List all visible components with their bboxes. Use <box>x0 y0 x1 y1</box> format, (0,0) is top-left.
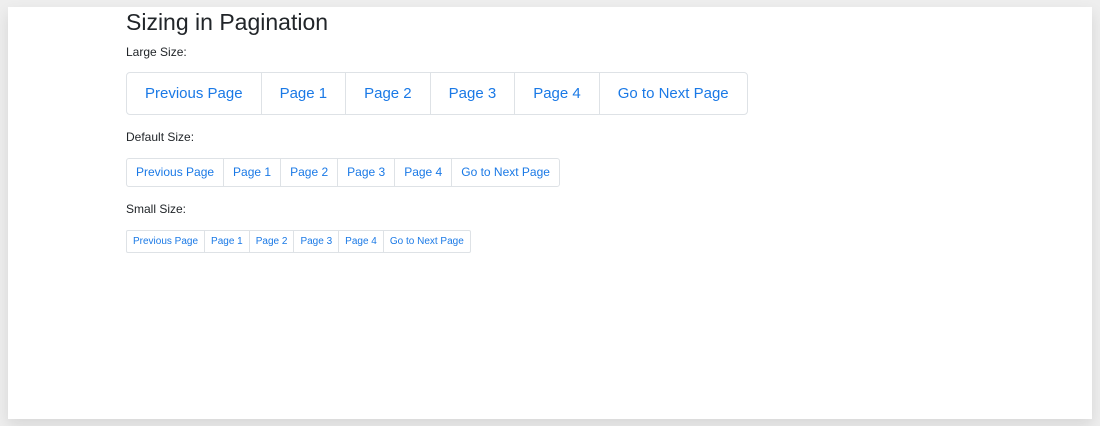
previous-page-link[interactable]: Previous Page <box>126 72 262 115</box>
page-1-link[interactable]: Page 1 <box>204 230 250 253</box>
pagination-item: Page 4 <box>394 158 453 187</box>
next-page-link[interactable]: Go to Next Page <box>451 158 560 187</box>
pagination-item: Page 3 <box>337 158 396 187</box>
pagination-item: Page 2 <box>280 158 339 187</box>
pagination-default: Previous Page Page 1 Page 2 Page 3 Page … <box>126 158 560 187</box>
previous-page-link[interactable]: Previous Page <box>126 230 206 253</box>
page-1-link[interactable]: Page 1 <box>223 158 282 187</box>
pagination-item: Page 1 <box>223 158 282 187</box>
next-page-link[interactable]: Go to Next Page <box>382 230 471 253</box>
page-2-link[interactable]: Page 2 <box>345 72 431 115</box>
pagination-item: Previous Page <box>126 158 225 187</box>
pagination-item: Previous Page <box>126 230 206 253</box>
page-1-link[interactable]: Page 1 <box>260 72 347 115</box>
browser-page: Sizing in Pagination Large Size: Previou… <box>8 7 1092 419</box>
pagination-small: Previous Page Page 1 Page 2 Page 3 Page … <box>126 230 471 253</box>
page-3-link[interactable]: Page 3 <box>429 72 516 115</box>
pagination-item: Page 4 <box>338 230 384 253</box>
pagination-item: Page 2 <box>345 72 431 115</box>
page-4-link[interactable]: Page 4 <box>338 230 384 253</box>
pagination-item: Page 1 <box>204 230 250 253</box>
pagination-item: Go to Next Page <box>451 158 560 187</box>
page-title: Sizing in Pagination <box>126 9 329 35</box>
pagination-item: Page 4 <box>514 72 600 115</box>
next-page-link[interactable]: Go to Next Page <box>598 72 748 115</box>
page-2-link[interactable]: Page 2 <box>248 230 295 253</box>
pagination-item: Page 3 <box>429 72 516 115</box>
page-2-link[interactable]: Page 2 <box>280 158 339 187</box>
default-size-label: Default Size: <box>126 130 195 144</box>
page-4-link[interactable]: Page 4 <box>394 158 453 187</box>
pagination-item: Previous Page <box>126 72 262 115</box>
small-size-label: Small Size: <box>126 202 187 216</box>
page-3-link[interactable]: Page 3 <box>293 230 340 253</box>
large-size-label: Large Size: <box>126 45 187 59</box>
pagination-item: Go to Next Page <box>382 230 471 253</box>
page-4-link[interactable]: Page 4 <box>514 72 600 115</box>
pagination-item: Page 2 <box>248 230 295 253</box>
pagination-item: Go to Next Page <box>598 72 748 115</box>
pagination-large: Previous Page Page 1 Page 2 Page 3 Page … <box>126 72 748 115</box>
pagination-item: Page 3 <box>293 230 340 253</box>
previous-page-link[interactable]: Previous Page <box>126 158 225 187</box>
pagination-item: Page 1 <box>260 72 347 115</box>
page-3-link[interactable]: Page 3 <box>337 158 396 187</box>
